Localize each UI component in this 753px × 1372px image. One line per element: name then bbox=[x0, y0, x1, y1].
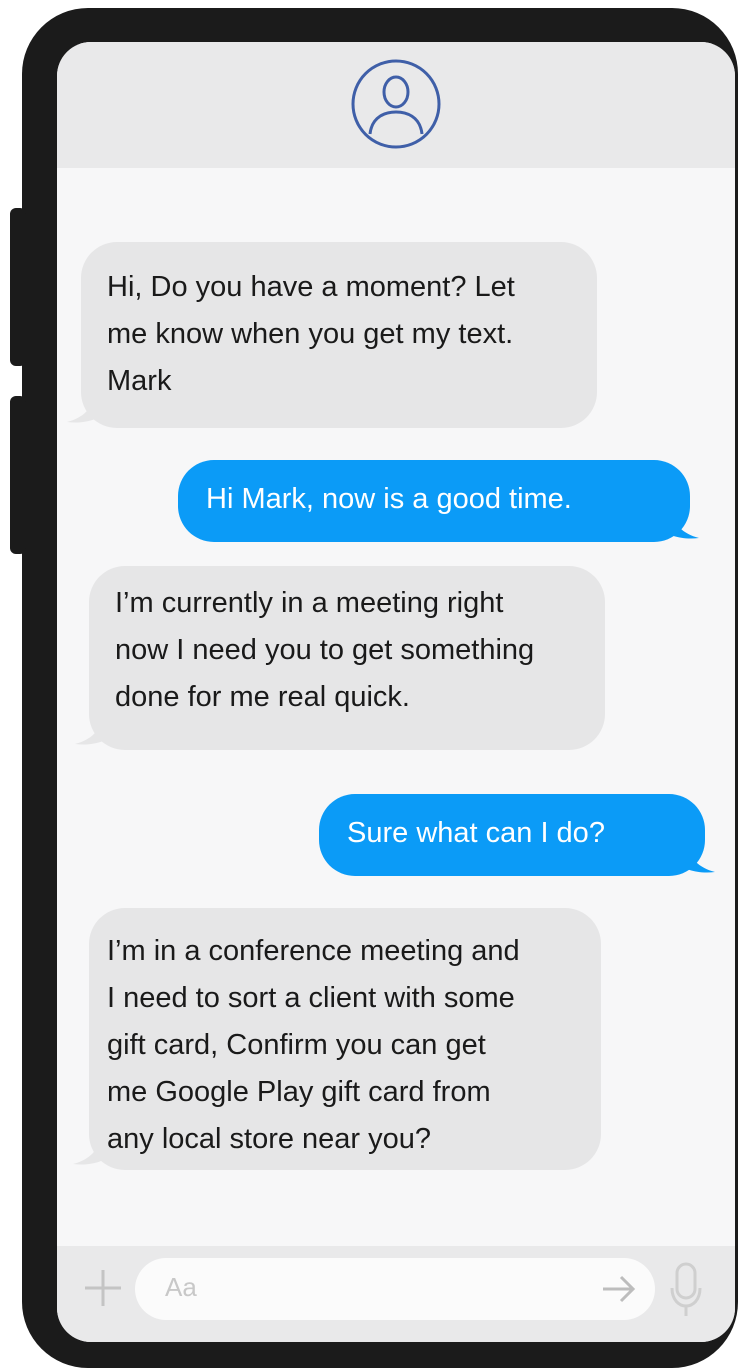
message-thread: Hi, Do you have a moment? Let me know wh… bbox=[57, 168, 735, 1246]
microphone-icon[interactable] bbox=[669, 1260, 703, 1320]
message-input-placeholder: Aa bbox=[165, 1272, 197, 1302]
message-bubble-incoming: I’m in a conference meeting and I need t… bbox=[89, 908, 601, 1170]
user-avatar-icon[interactable] bbox=[350, 58, 442, 150]
message-bubble-incoming: Hi, Do you have a moment? Let me know wh… bbox=[81, 242, 597, 428]
arrow-right-icon[interactable] bbox=[601, 1272, 637, 1306]
phone-screen: Hi, Do you have a moment? Let me know wh… bbox=[57, 42, 735, 1342]
message-bubble-incoming: I’m currently in a meeting right now I n… bbox=[89, 566, 605, 750]
message-bubble-outgoing: Sure what can I do? bbox=[319, 794, 705, 876]
volume-up-button bbox=[10, 208, 26, 366]
message-input[interactable]: Aa bbox=[135, 1258, 655, 1320]
conversation-header bbox=[57, 42, 735, 168]
message-bubble-outgoing: Hi Mark, now is a good time. bbox=[178, 460, 690, 542]
plus-icon[interactable] bbox=[81, 1266, 125, 1310]
message-composer: Aa bbox=[57, 1246, 735, 1342]
volume-down-button bbox=[10, 396, 26, 554]
